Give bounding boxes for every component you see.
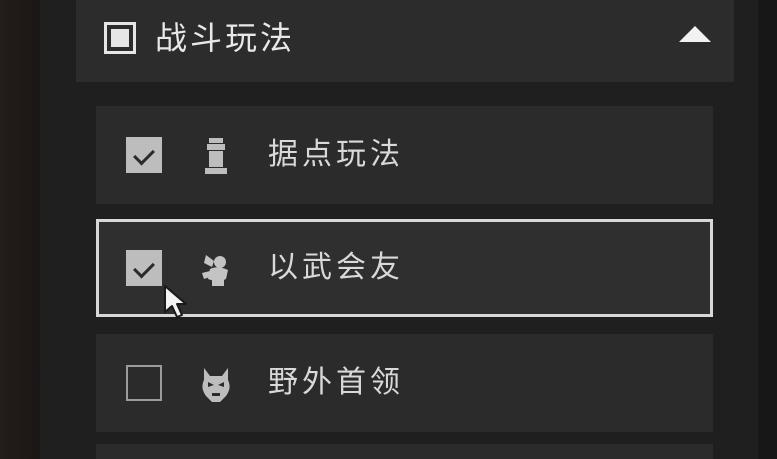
martial-duel-label: 以武会友	[268, 250, 404, 285]
mouse-cursor-icon	[164, 285, 187, 318]
filter-row-partial[interactable]	[96, 444, 713, 459]
right-background	[758, 0, 777, 459]
collapse-arrow-icon[interactable]	[679, 26, 711, 42]
filter-row-stronghold[interactable]: 据点玩法	[96, 106, 713, 204]
category-checkbox-fill	[111, 29, 129, 47]
filter-row-field-boss[interactable]: 野外首领	[96, 334, 713, 432]
left-background	[0, 0, 40, 459]
field-boss-checkbox[interactable]	[126, 365, 162, 401]
stronghold-checkbox[interactable]	[126, 137, 162, 173]
category-checkbox[interactable]	[104, 22, 136, 54]
martial-duel-icon	[202, 255, 228, 286]
stronghold-tower-icon	[205, 138, 227, 174]
demon-boss-icon	[202, 368, 230, 402]
stronghold-label: 据点玩法	[268, 137, 404, 172]
martial-duel-checkbox[interactable]	[126, 250, 162, 286]
field-boss-label: 野外首领	[268, 365, 404, 400]
category-title: 战斗玩法	[155, 19, 296, 57]
